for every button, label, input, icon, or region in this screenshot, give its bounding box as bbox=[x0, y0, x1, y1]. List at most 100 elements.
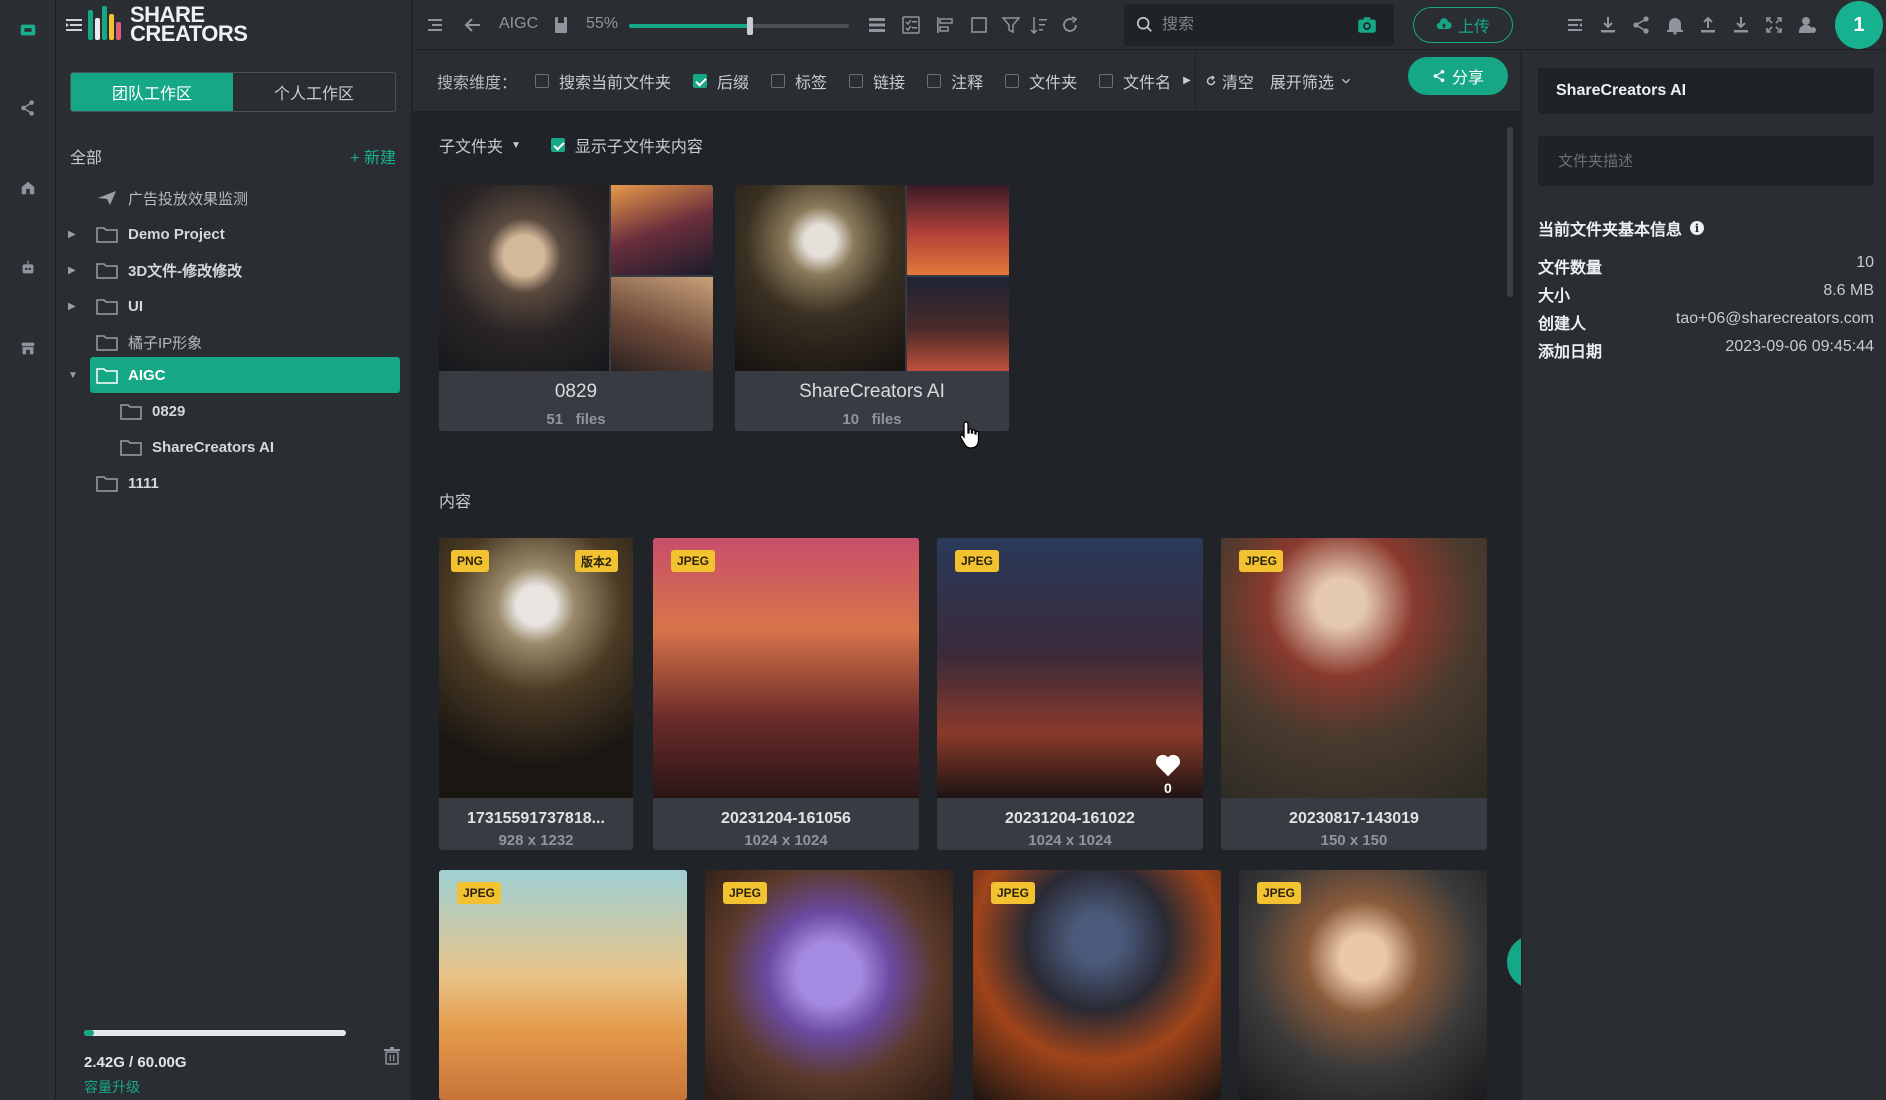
checkbox-box[interactable] bbox=[535, 73, 550, 88]
export-icon[interactable] bbox=[1696, 13, 1720, 37]
caret-down-icon[interactable]: ▼ bbox=[68, 370, 78, 381]
store-icon[interactable] bbox=[12, 332, 44, 364]
home-icon[interactable] bbox=[12, 172, 44, 204]
align-left-icon[interactable] bbox=[933, 13, 957, 37]
filter-icon[interactable] bbox=[999, 13, 1023, 37]
sort-icon[interactable] bbox=[1027, 13, 1051, 37]
checkbox-label: 链接 bbox=[873, 74, 906, 92]
filter-current-folder-checkbox[interactable]: 搜索当前文件夹 bbox=[535, 69, 671, 93]
tree-item-aigc[interactable]: ▼ AIGC bbox=[68, 357, 400, 393]
asset-name: 17315591737818... bbox=[467, 810, 605, 827]
tree-item-demo-project[interactable]: ▶ Demo Project bbox=[56, 216, 396, 252]
filter-note-checkbox[interactable]: 注释 bbox=[927, 69, 983, 93]
tree-item-sharecreators-ai[interactable]: ShareCreators AI bbox=[120, 429, 396, 465]
asset-card[interactable]: JPEG 0 20231204-161022 1024 x 1024 bbox=[937, 538, 1203, 850]
user-settings-icon[interactable] bbox=[1795, 13, 1819, 37]
logo[interactable]: SHARE CREATORS bbox=[88, 4, 248, 45]
tree-item-1111[interactable]: 1111 bbox=[96, 465, 396, 501]
asset-card[interactable]: JPEG 20231204-161056 1024 x 1024 bbox=[653, 538, 919, 850]
checklist-icon[interactable] bbox=[899, 13, 923, 37]
scrollbar[interactable] bbox=[1507, 127, 1513, 297]
outline-menu-icon[interactable] bbox=[423, 13, 447, 37]
storage-usage: 2.42G / 60.00G 容量升级 bbox=[84, 1030, 404, 1097]
collapse-panel-icon[interactable] bbox=[1563, 13, 1587, 37]
clear-filters-button[interactable]: 清空 bbox=[1204, 69, 1254, 93]
filter-link-checkbox[interactable]: 链接 bbox=[849, 69, 905, 93]
file-type-badge: JPEG bbox=[671, 550, 716, 572]
zoom-slider[interactable] bbox=[629, 17, 849, 35]
tree-item-0829[interactable]: 0829 bbox=[120, 393, 396, 429]
tab-team-workspace[interactable]: 团队工作区 bbox=[71, 73, 233, 111]
folder-icon bbox=[96, 299, 118, 315]
tree-item-ad-monitor[interactable]: 广告投放效果监测 bbox=[96, 180, 396, 216]
fullscreen-icon[interactable] bbox=[1762, 13, 1786, 37]
filter-suffix-checkbox[interactable]: 后缀 bbox=[693, 69, 749, 93]
frame-icon[interactable] bbox=[967, 13, 991, 37]
checkbox-box-checked[interactable] bbox=[693, 73, 708, 88]
caret-right-icon[interactable]: ▶ bbox=[68, 265, 78, 276]
asset-card[interactable]: PNG 版本2 17315591737818... 928 x 1232 bbox=[439, 538, 633, 850]
tree-item-ui[interactable]: ▶ UI bbox=[56, 288, 396, 324]
checkbox-box[interactable] bbox=[1005, 73, 1020, 88]
heart-icon[interactable] bbox=[1153, 750, 1183, 780]
avatar[interactable]: 1 bbox=[1835, 1, 1883, 49]
filter-filename-checkbox[interactable]: 文件名 bbox=[1099, 69, 1171, 93]
search-input[interactable] bbox=[1162, 16, 1352, 34]
asset-card[interactable]: JPEG bbox=[439, 870, 687, 1100]
refresh-icon[interactable] bbox=[1058, 13, 1082, 37]
show-subfolder-content-checkbox[interactable]: 显示子文件夹内容 bbox=[550, 133, 703, 157]
checkbox-box[interactable] bbox=[849, 73, 864, 88]
document-icon[interactable] bbox=[549, 13, 573, 37]
library-icon[interactable] bbox=[12, 14, 44, 46]
filter-folder-checkbox[interactable]: 文件夹 bbox=[1005, 69, 1077, 93]
scroll-right-icon[interactable]: ▶ bbox=[1183, 75, 1191, 86]
tree-all-label[interactable]: 全部 bbox=[70, 144, 102, 168]
preview-image bbox=[735, 185, 905, 371]
list-view-icon[interactable] bbox=[865, 13, 889, 37]
folder-card-sharecreators-ai[interactable]: ShareCreators AI 10 files bbox=[735, 185, 1009, 431]
checkbox-box[interactable] bbox=[927, 73, 942, 88]
asset-card[interactable]: JPEG bbox=[973, 870, 1221, 1100]
file-type-badge: JPEG bbox=[457, 882, 502, 904]
share-icon[interactable] bbox=[1629, 13, 1653, 37]
info-row-creator: 创建人 tao+06@sharecreators.com bbox=[1538, 310, 1874, 334]
folder-title[interactable]: ShareCreators AI bbox=[1538, 68, 1874, 114]
tree-item-label: 3D文件-修改修改 bbox=[128, 262, 243, 280]
upload-button[interactable]: 上传 bbox=[1413, 7, 1513, 43]
share-icon[interactable] bbox=[12, 92, 44, 124]
info-value: tao+06@sharecreators.com bbox=[1675, 310, 1874, 327]
checkbox-label: 后缀 bbox=[717, 74, 750, 92]
import-icon[interactable] bbox=[1729, 13, 1753, 37]
zoom-slider-handle[interactable] bbox=[747, 17, 753, 35]
new-folder-button[interactable]: + 新建 bbox=[350, 144, 396, 168]
filter-tag-checkbox[interactable]: 标签 bbox=[771, 69, 827, 93]
tree-item-3d-files[interactable]: ▶ 3D文件-修改修改 bbox=[56, 252, 396, 288]
collapse-menu-icon[interactable] bbox=[64, 15, 84, 35]
folder-description-input[interactable] bbox=[1538, 136, 1874, 186]
caret-right-icon[interactable]: ▶ bbox=[68, 229, 78, 240]
caret-right-icon[interactable]: ▶ bbox=[68, 301, 78, 312]
checkbox-box-checked[interactable] bbox=[550, 138, 565, 152]
tree-header: 全部 + 新建 bbox=[70, 144, 396, 168]
folder-icon bbox=[96, 263, 118, 279]
expand-filters-button[interactable]: 展开筛选 bbox=[1270, 69, 1352, 93]
trash-icon[interactable] bbox=[382, 1046, 404, 1068]
checkbox-box[interactable] bbox=[1099, 73, 1114, 88]
share-button[interactable]: 分享 bbox=[1408, 57, 1508, 95]
camera-search-icon[interactable] bbox=[1356, 14, 1378, 36]
asset-card[interactable]: JPEG bbox=[1239, 870, 1487, 1100]
upgrade-storage-link[interactable]: 容量升级 bbox=[84, 1077, 404, 1097]
back-arrow-icon[interactable] bbox=[461, 13, 485, 37]
subfolder-dropdown[interactable]: 子文件夹 ▼ bbox=[439, 133, 521, 157]
asset-card[interactable]: JPEG bbox=[705, 870, 953, 1100]
download-icon[interactable] bbox=[1596, 13, 1620, 37]
folder-card-0829[interactable]: 0829 51 files bbox=[439, 185, 713, 431]
checkbox-box[interactable] bbox=[771, 73, 786, 88]
tree-item-orange-ip[interactable]: 橘子IP形象 bbox=[56, 324, 396, 360]
asset-card[interactable]: JPEG 20230817-143019 150 x 150 bbox=[1221, 538, 1487, 850]
robot-icon[interactable] bbox=[12, 252, 44, 284]
bell-icon[interactable] bbox=[1663, 13, 1687, 37]
info-icon[interactable]: i bbox=[1690, 221, 1705, 235]
tab-personal-workspace[interactable]: 个人工作区 bbox=[233, 73, 395, 111]
asset-thumbnail bbox=[705, 870, 953, 1100]
